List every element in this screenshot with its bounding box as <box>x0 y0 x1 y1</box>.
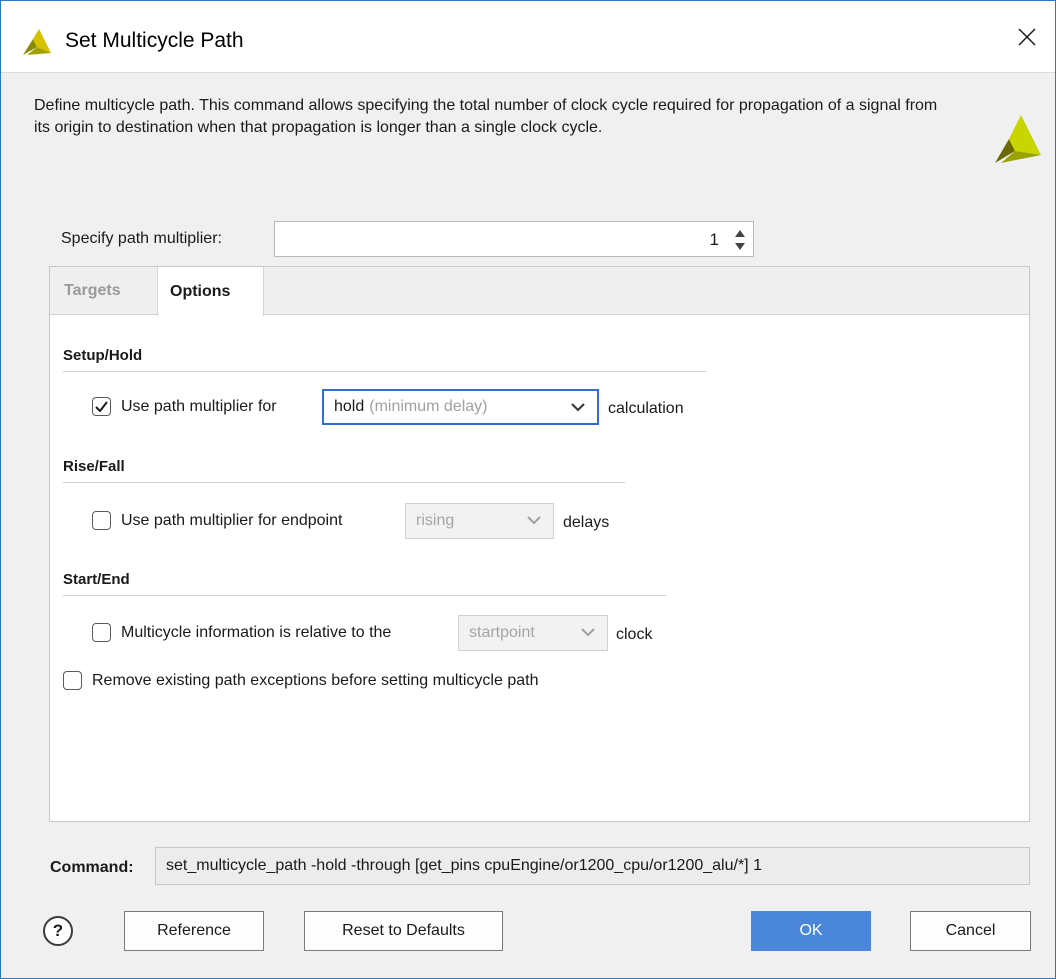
start-end-suffix: clock <box>616 626 653 643</box>
section-divider <box>63 371 706 372</box>
chevron-down-icon <box>581 628 595 637</box>
dialog-description: Define multicycle path. This command all… <box>34 97 938 136</box>
remove-exceptions-checkbox[interactable] <box>63 671 82 690</box>
setup-hold-suffix: calculation <box>608 400 684 417</box>
chevron-down-icon <box>527 516 541 525</box>
tab-targets[interactable]: Targets <box>64 267 121 315</box>
setup-hold-select[interactable]: hold (minimum delay) <box>322 389 599 425</box>
command-label: Command: <box>50 859 134 876</box>
start-end-label: Multicycle information is relative to th… <box>121 623 392 641</box>
rise-fall-suffix: delays <box>563 514 610 531</box>
path-multiplier-spinner[interactable]: 1 <box>274 221 754 257</box>
reference-button[interactable]: Reference <box>124 911 264 951</box>
reset-to-defaults-button[interactable]: Reset to Defaults <box>304 911 503 951</box>
setup-hold-label: Use path multiplier for <box>121 397 277 415</box>
command-preview-field[interactable]: set_multicycle_path -hold -through [get_… <box>155 847 1030 885</box>
rise-fall-checkbox[interactable] <box>92 511 111 530</box>
ok-button[interactable]: OK <box>751 911 871 951</box>
chevron-down-icon <box>571 403 585 412</box>
help-button[interactable]: ? <box>43 916 73 946</box>
section-divider <box>63 482 625 483</box>
setup-hold-checkbox[interactable] <box>92 397 111 416</box>
setup-hold-checkbox-row[interactable]: Use path multiplier for <box>92 397 277 416</box>
title-bar: Set Multicycle Path <box>1 1 1055 73</box>
path-multiplier-label: Specify path multiplier: <box>61 230 222 247</box>
remove-exceptions-checkbox-row[interactable]: Remove existing path exceptions before s… <box>63 671 538 690</box>
options-panel: Targets Options Setup/Hold Use path mult… <box>49 266 1030 822</box>
rise-fall-label: Use path multiplier for endpoint <box>121 511 343 529</box>
start-end-checkbox-row[interactable]: Multicycle information is relative to th… <box>92 623 391 642</box>
endpoint-edge-select[interactable]: rising <box>405 503 554 539</box>
endpoint-edge-select-value: rising <box>416 512 455 529</box>
cancel-button[interactable]: Cancel <box>910 911 1031 951</box>
start-end-checkbox[interactable] <box>92 623 111 642</box>
window-title: Set Multicycle Path <box>65 29 244 52</box>
section-title-rise-fall: Rise/Fall <box>63 458 125 475</box>
path-multiplier-value: 1 <box>709 230 719 249</box>
close-button[interactable] <box>999 1 1055 73</box>
tab-options[interactable]: Options <box>157 267 264 316</box>
set-multicycle-path-dialog: Set Multicycle Path Define multicycle pa… <box>0 0 1056 979</box>
section-title-setup-hold: Setup/Hold <box>63 347 143 364</box>
clock-reference-select[interactable]: startpoint <box>458 615 608 651</box>
checkmark-icon <box>95 401 108 412</box>
remove-exceptions-label: Remove existing path exceptions before s… <box>92 671 539 689</box>
spinner-arrows-icon[interactable] <box>733 226 747 254</box>
tab-bar: Targets Options <box>50 267 1029 316</box>
vivado-logo-icon <box>23 29 51 55</box>
clock-reference-select-value: startpoint <box>469 624 535 641</box>
vivado-brand-icon <box>995 115 1041 163</box>
setup-hold-select-hint: (minimum delay) <box>369 398 488 415</box>
section-divider <box>63 595 666 596</box>
rise-fall-checkbox-row[interactable]: Use path multiplier for endpoint <box>92 511 342 530</box>
setup-hold-select-value: hold <box>334 398 365 415</box>
section-title-start-end: Start/End <box>63 571 130 588</box>
close-icon <box>1018 28 1036 46</box>
